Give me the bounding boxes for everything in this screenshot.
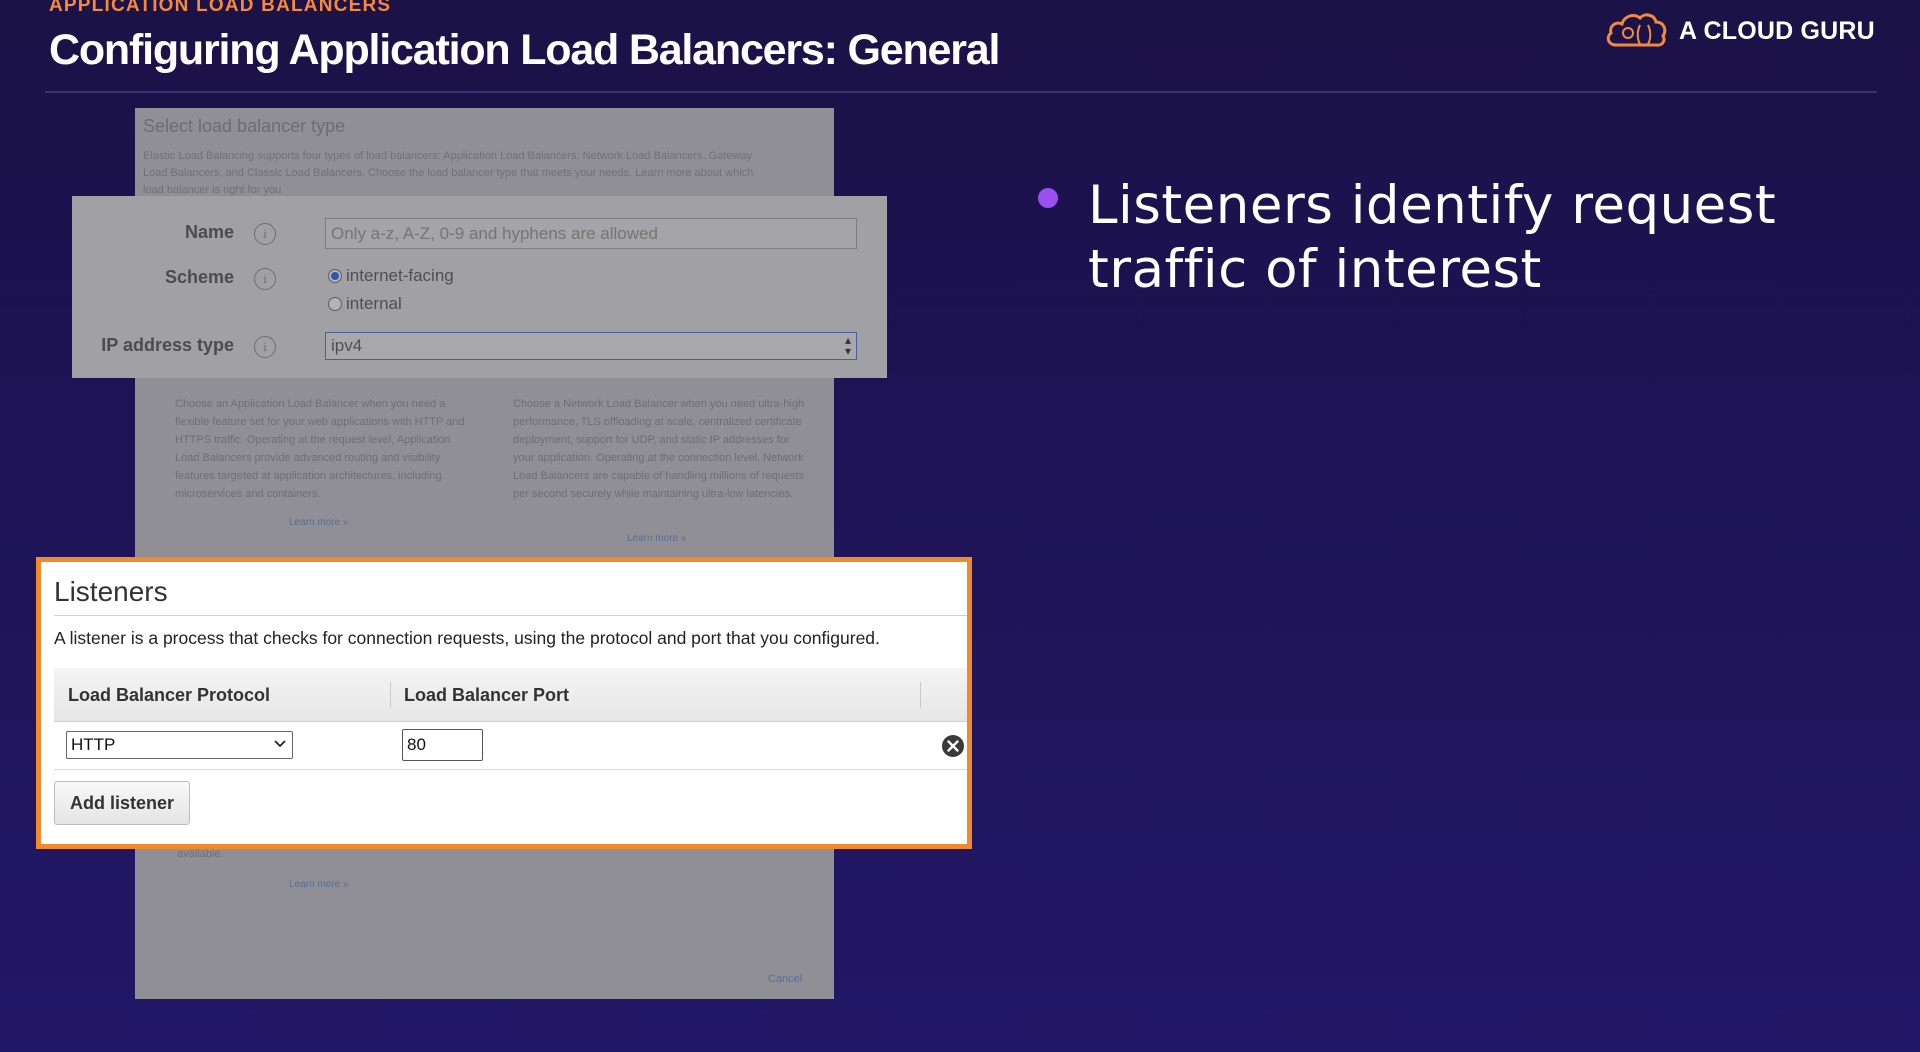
listeners-description: A listener is a process that checks for … <box>54 628 880 648</box>
slide-header: APPLICATION LOAD BALANCERS Configuring A… <box>0 0 1920 94</box>
scheme-option-label: internet-facing <box>346 266 454 285</box>
chevron-down-icon <box>274 740 286 748</box>
name-input[interactable] <box>325 218 857 249</box>
cloud-logo-icon <box>1606 13 1667 47</box>
scheme-option-internet-facing[interactable]: internet-facing <box>328 266 454 286</box>
bg-panel-title: Select load balancer type <box>143 116 346 136</box>
ip-address-type-label: IP address type <box>101 335 234 355</box>
bg-clb-learn-more: Learn more » <box>289 879 349 890</box>
bg-panel-description: Elastic Load Balancing supports four typ… <box>143 150 754 196</box>
bg-small-text: available. <box>177 848 224 860</box>
basic-configuration-panel: Name i Scheme i internet-facing internal… <box>72 196 887 378</box>
slide-title: Configuring Application Load Balancers: … <box>49 26 1000 74</box>
add-listener-button[interactable]: Add listener <box>54 781 190 825</box>
info-icon[interactable]: i <box>254 223 276 245</box>
radio-selected-icon[interactable] <box>328 269 342 283</box>
listeners-title-divider <box>54 615 967 616</box>
scheme-label: Scheme <box>164 267 234 287</box>
bg-nlb-learn-more: Learn more » <box>627 533 687 544</box>
radio-unselected-icon[interactable] <box>328 297 342 311</box>
bg-cancel-link: Cancel <box>768 973 803 985</box>
listeners-title: Listeners <box>54 576 168 607</box>
name-label: Name <box>184 222 234 242</box>
bullet-text: Listeners identify request traffic of in… <box>1088 175 1777 300</box>
column-separator <box>390 682 391 708</box>
header-divider <box>45 91 1877 93</box>
port-input[interactable] <box>402 729 483 761</box>
bg-alb-description: Choose an Application Load Balancer when… <box>175 398 465 500</box>
brand-name: A CLOUD GURU <box>1679 16 1875 45</box>
column-header-protocol: Load Balancer Protocol <box>68 685 271 705</box>
column-separator <box>920 682 921 708</box>
scheme-option-label: internal <box>346 294 402 313</box>
bg-alb-learn-more: Learn more » <box>289 517 349 528</box>
listeners-table-header: Load Balancer Protocol Load Balancer Por… <box>54 668 967 722</box>
ip-address-type-value: ipv4 <box>331 336 363 355</box>
section-eyebrow: APPLICATION LOAD BALANCERS <box>49 0 392 16</box>
bullet-dot <box>1038 188 1058 208</box>
bg-nlb-description: Choose a Network Load Balancer when you … <box>513 398 805 500</box>
select-arrows-icon: ▴ ▾ <box>844 333 851 358</box>
protocol-select[interactable]: HTTP <box>66 731 293 759</box>
info-icon[interactable]: i <box>254 268 276 290</box>
listeners-panel: Listeners A listener is a process that c… <box>36 557 972 849</box>
brand-logo: A CLOUD GURU <box>1604 9 1875 53</box>
protocol-value: HTTP <box>71 735 116 754</box>
ip-address-type-select[interactable]: ipv4 ▴ ▾ <box>325 332 857 360</box>
column-header-port: Load Balancer Port <box>404 685 570 705</box>
scheme-option-internal[interactable]: internal <box>328 294 402 314</box>
info-icon[interactable]: i <box>254 336 276 358</box>
table-row: HTTP <box>54 722 967 770</box>
remove-circle-icon[interactable] <box>941 734 965 758</box>
